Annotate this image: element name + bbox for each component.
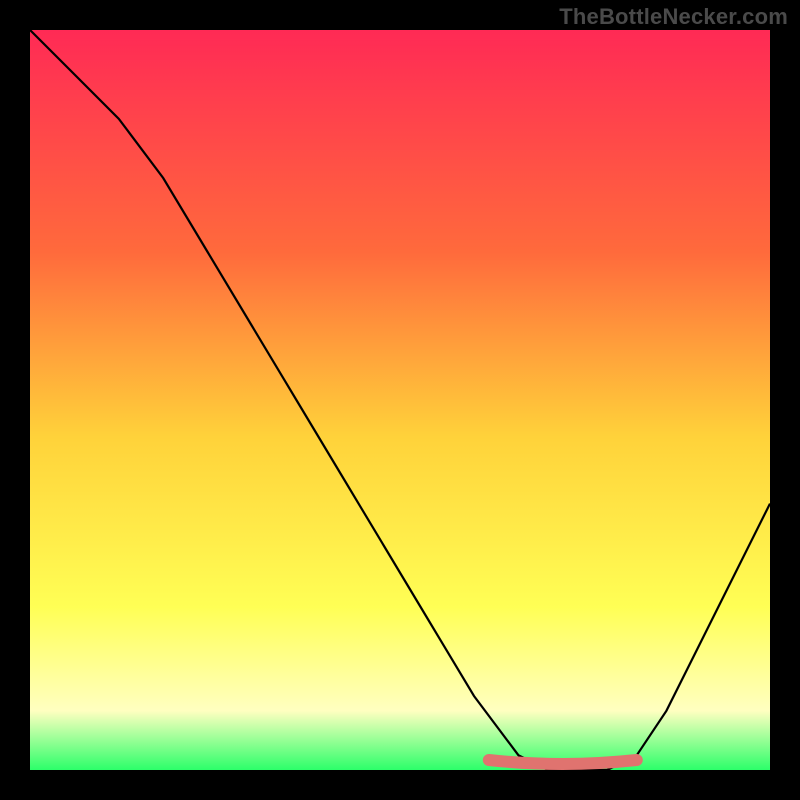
- chart-frame: TheBottleNecker.com: [0, 0, 800, 800]
- optimal-range-highlight: [489, 760, 637, 764]
- plot-area: [30, 30, 770, 770]
- watermark-text: TheBottleNecker.com: [559, 4, 788, 30]
- bottleneck-chart: [30, 30, 770, 770]
- gradient-background: [30, 30, 770, 770]
